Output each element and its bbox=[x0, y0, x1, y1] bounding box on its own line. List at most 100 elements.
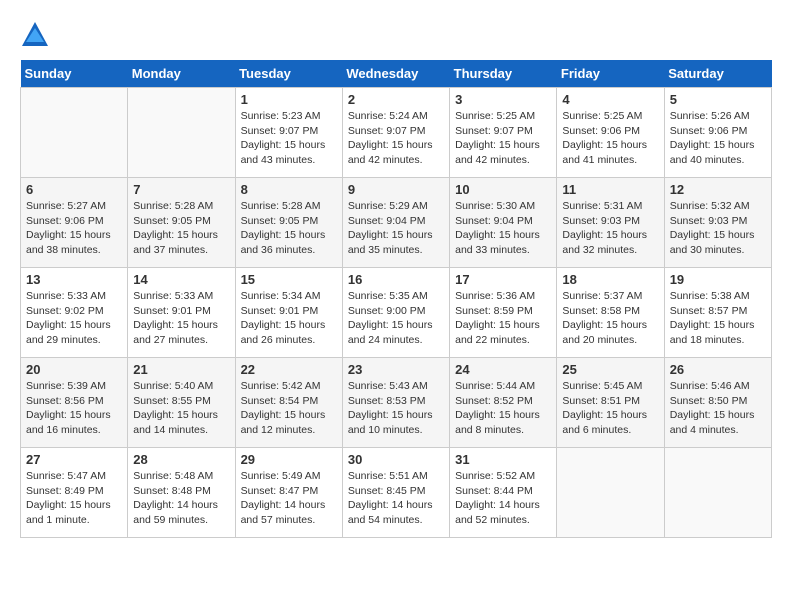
calendar-cell: 18 Sunrise: 5:37 AM Sunset: 8:58 PM Dayli… bbox=[557, 268, 664, 358]
calendar-cell: 20 Sunrise: 5:39 AM Sunset: 8:56 PM Dayli… bbox=[21, 358, 128, 448]
day-number: 14 bbox=[133, 272, 229, 287]
day-number: 17 bbox=[455, 272, 551, 287]
column-header-saturday: Saturday bbox=[664, 60, 771, 88]
calendar-cell: 16Sunrise: 5:35 AM Sunset: 9:00 PM Dayli… bbox=[342, 268, 449, 358]
logo-icon bbox=[20, 20, 50, 50]
calendar-cell: 6 Sunrise: 5:27 AM Sunset: 9:06 PM Daylig… bbox=[21, 178, 128, 268]
logo bbox=[20, 20, 54, 50]
calendar-cell bbox=[664, 448, 771, 538]
day-number: 5 bbox=[670, 92, 766, 107]
day-info: Sunrise: 5:39 AM Sunset: 8:56 PM Dayligh… bbox=[26, 379, 122, 438]
calendar-cell bbox=[128, 88, 235, 178]
day-number: 3 bbox=[455, 92, 551, 107]
calendar-cell: 29 Sunrise: 5:49 AM Sunset: 8:47 PM Dayli… bbox=[235, 448, 342, 538]
day-info: Sunrise: 5:33 AM Sunset: 9:01 PM Dayligh… bbox=[133, 289, 229, 348]
day-info: Sunrise: 5:25 AM Sunset: 9:06 PM Dayligh… bbox=[562, 109, 658, 168]
day-number: 19 bbox=[670, 272, 766, 287]
calendar-cell: 13Sunrise: 5:33 AM Sunset: 9:02 PM Dayli… bbox=[21, 268, 128, 358]
day-number: 11 bbox=[562, 182, 658, 197]
calendar-cell: 23 Sunrise: 5:43 AM Sunset: 8:53 PM Dayli… bbox=[342, 358, 449, 448]
column-header-thursday: Thursday bbox=[450, 60, 557, 88]
calendar-cell: 28Sunrise: 5:48 AM Sunset: 8:48 PM Dayli… bbox=[128, 448, 235, 538]
day-number: 9 bbox=[348, 182, 444, 197]
day-info: Sunrise: 5:47 AM Sunset: 8:49 PM Dayligh… bbox=[26, 469, 122, 528]
day-number: 26 bbox=[670, 362, 766, 377]
day-info: Sunrise: 5:42 AM Sunset: 8:54 PM Dayligh… bbox=[241, 379, 337, 438]
calendar-cell: 22 Sunrise: 5:42 AM Sunset: 8:54 PM Dayli… bbox=[235, 358, 342, 448]
day-info: Sunrise: 5:37 AM Sunset: 8:58 PM Dayligh… bbox=[562, 289, 658, 348]
calendar-cell: 1 Sunrise: 5:23 AM Sunset: 9:07 PM Daylig… bbox=[235, 88, 342, 178]
day-number: 2 bbox=[348, 92, 444, 107]
day-number: 15 bbox=[241, 272, 337, 287]
column-header-tuesday: Tuesday bbox=[235, 60, 342, 88]
day-number: 31 bbox=[455, 452, 551, 467]
calendar-cell: 27 Sunrise: 5:47 AM Sunset: 8:49 PM Dayli… bbox=[21, 448, 128, 538]
day-number: 4 bbox=[562, 92, 658, 107]
day-info: Sunrise: 5:25 AM Sunset: 9:07 PM Dayligh… bbox=[455, 109, 551, 168]
calendar-cell bbox=[21, 88, 128, 178]
calendar-cell: 4 Sunrise: 5:25 AM Sunset: 9:06 PM Daylig… bbox=[557, 88, 664, 178]
calendar-cell: 17 Sunrise: 5:36 AM Sunset: 8:59 PM Dayli… bbox=[450, 268, 557, 358]
calendar-cell: 7Sunrise: 5:28 AM Sunset: 9:05 PM Daylig… bbox=[128, 178, 235, 268]
day-number: 22 bbox=[241, 362, 337, 377]
day-info: Sunrise: 5:51 AM Sunset: 8:45 PM Dayligh… bbox=[348, 469, 444, 528]
day-info: Sunrise: 5:45 AM Sunset: 8:51 PM Dayligh… bbox=[562, 379, 658, 438]
day-info: Sunrise: 5:29 AM Sunset: 9:04 PM Dayligh… bbox=[348, 199, 444, 258]
calendar-cell: 11 Sunrise: 5:31 AM Sunset: 9:03 PM Dayli… bbox=[557, 178, 664, 268]
calendar-table: SundayMondayTuesdayWednesdayThursdayFrid… bbox=[20, 60, 772, 538]
day-info: Sunrise: 5:32 AM Sunset: 9:03 PM Dayligh… bbox=[670, 199, 766, 258]
day-info: Sunrise: 5:49 AM Sunset: 8:47 PM Dayligh… bbox=[241, 469, 337, 528]
day-info: Sunrise: 5:23 AM Sunset: 9:07 PM Dayligh… bbox=[241, 109, 337, 168]
calendar-cell: 31Sunrise: 5:52 AM Sunset: 8:44 PM Dayli… bbox=[450, 448, 557, 538]
calendar-week-5: 27 Sunrise: 5:47 AM Sunset: 8:49 PM Dayli… bbox=[21, 448, 772, 538]
day-info: Sunrise: 5:34 AM Sunset: 9:01 PM Dayligh… bbox=[241, 289, 337, 348]
calendar-cell: 26 Sunrise: 5:46 AM Sunset: 8:50 PM Dayli… bbox=[664, 358, 771, 448]
calendar-cell: 25 Sunrise: 5:45 AM Sunset: 8:51 PM Dayli… bbox=[557, 358, 664, 448]
calendar-cell: 2 Sunrise: 5:24 AM Sunset: 9:07 PM Daylig… bbox=[342, 88, 449, 178]
day-number: 12 bbox=[670, 182, 766, 197]
day-number: 1 bbox=[241, 92, 337, 107]
day-number: 21 bbox=[133, 362, 229, 377]
column-header-friday: Friday bbox=[557, 60, 664, 88]
day-info: Sunrise: 5:36 AM Sunset: 8:59 PM Dayligh… bbox=[455, 289, 551, 348]
day-number: 23 bbox=[348, 362, 444, 377]
column-header-sunday: Sunday bbox=[21, 60, 128, 88]
day-number: 27 bbox=[26, 452, 122, 467]
day-info: Sunrise: 5:24 AM Sunset: 9:07 PM Dayligh… bbox=[348, 109, 444, 168]
calendar-cell: 14 Sunrise: 5:33 AM Sunset: 9:01 PM Dayli… bbox=[128, 268, 235, 358]
calendar-cell: 15 Sunrise: 5:34 AM Sunset: 9:01 PM Dayli… bbox=[235, 268, 342, 358]
day-info: Sunrise: 5:27 AM Sunset: 9:06 PM Dayligh… bbox=[26, 199, 122, 258]
calendar-cell: 12 Sunrise: 5:32 AM Sunset: 9:03 PM Dayli… bbox=[664, 178, 771, 268]
calendar-week-2: 6 Sunrise: 5:27 AM Sunset: 9:06 PM Daylig… bbox=[21, 178, 772, 268]
calendar-week-3: 13Sunrise: 5:33 AM Sunset: 9:02 PM Dayli… bbox=[21, 268, 772, 358]
day-info: Sunrise: 5:26 AM Sunset: 9:06 PM Dayligh… bbox=[670, 109, 766, 168]
day-info: Sunrise: 5:30 AM Sunset: 9:04 PM Dayligh… bbox=[455, 199, 551, 258]
calendar-cell: 5 Sunrise: 5:26 AM Sunset: 9:06 PM Daylig… bbox=[664, 88, 771, 178]
column-header-wednesday: Wednesday bbox=[342, 60, 449, 88]
calendar-cell bbox=[557, 448, 664, 538]
calendar-cell: 30Sunrise: 5:51 AM Sunset: 8:45 PM Dayli… bbox=[342, 448, 449, 538]
calendar-cell: 24 Sunrise: 5:44 AM Sunset: 8:52 PM Dayli… bbox=[450, 358, 557, 448]
day-info: Sunrise: 5:35 AM Sunset: 9:00 PM Dayligh… bbox=[348, 289, 444, 348]
day-info: Sunrise: 5:31 AM Sunset: 9:03 PM Dayligh… bbox=[562, 199, 658, 258]
day-info: Sunrise: 5:43 AM Sunset: 8:53 PM Dayligh… bbox=[348, 379, 444, 438]
day-info: Sunrise: 5:33 AM Sunset: 9:02 PM Dayligh… bbox=[26, 289, 122, 348]
day-info: Sunrise: 5:46 AM Sunset: 8:50 PM Dayligh… bbox=[670, 379, 766, 438]
day-info: Sunrise: 5:44 AM Sunset: 8:52 PM Dayligh… bbox=[455, 379, 551, 438]
day-number: 29 bbox=[241, 452, 337, 467]
calendar-cell: 3 Sunrise: 5:25 AM Sunset: 9:07 PM Daylig… bbox=[450, 88, 557, 178]
calendar-cell: 19 Sunrise: 5:38 AM Sunset: 8:57 PM Dayli… bbox=[664, 268, 771, 358]
day-number: 6 bbox=[26, 182, 122, 197]
day-info: Sunrise: 5:28 AM Sunset: 9:05 PM Dayligh… bbox=[241, 199, 337, 258]
calendar-cell: 9 Sunrise: 5:29 AM Sunset: 9:04 PM Daylig… bbox=[342, 178, 449, 268]
day-number: 18 bbox=[562, 272, 658, 287]
day-number: 8 bbox=[241, 182, 337, 197]
column-header-monday: Monday bbox=[128, 60, 235, 88]
calendar-cell: 21Sunrise: 5:40 AM Sunset: 8:55 PM Dayli… bbox=[128, 358, 235, 448]
calendar-cell: 8 Sunrise: 5:28 AM Sunset: 9:05 PM Daylig… bbox=[235, 178, 342, 268]
day-number: 20 bbox=[26, 362, 122, 377]
day-info: Sunrise: 5:38 AM Sunset: 8:57 PM Dayligh… bbox=[670, 289, 766, 348]
day-number: 24 bbox=[455, 362, 551, 377]
day-info: Sunrise: 5:28 AM Sunset: 9:05 PM Dayligh… bbox=[133, 199, 229, 258]
day-number: 25 bbox=[562, 362, 658, 377]
